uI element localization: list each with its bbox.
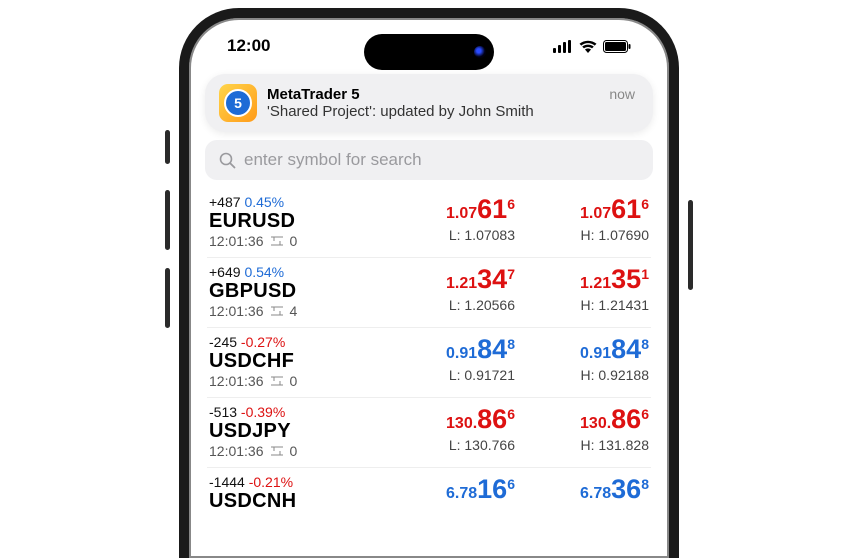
symbol-row[interactable]: +649 0.54%GBPUSD12:01:36 4 1.21347 L: 1.205… xyxy=(207,258,651,328)
symbol-row[interactable]: -245 -0.27%USDCHF12:01:36 0 0.91848 L: 0.91… xyxy=(207,328,651,398)
low-value: L: 1.07083 xyxy=(411,227,515,243)
phone-frame: 12:00 5 MetaTrader 5 'Shared Project': u… xyxy=(179,8,679,558)
change-points: -245 xyxy=(209,334,237,350)
notification-title: MetaTrader 5 xyxy=(267,86,639,103)
status-icons xyxy=(553,40,631,53)
spread-value: 0 xyxy=(290,443,298,459)
notification-message: 'Shared Project': updated by John Smith xyxy=(267,103,639,120)
symbol-row[interactable]: -1444 -0.21%USDCNH 6.78166 6.78368 xyxy=(207,468,651,521)
low-value: L: 130.766 xyxy=(411,437,515,453)
symbol-name: EURUSD xyxy=(209,210,359,233)
volume-switch xyxy=(165,130,170,164)
high-value: H: 1.21431 xyxy=(545,297,649,313)
ask-price: 130.866 xyxy=(545,404,649,435)
ask-price: 1.07616 xyxy=(545,194,649,225)
symbol-name: GBPUSD xyxy=(209,280,359,303)
bid-price: 0.91848 xyxy=(411,334,515,365)
symbol-meta: 12:01:36 0 xyxy=(209,373,359,389)
change-points: -513 xyxy=(209,404,237,420)
change-percent: 0.45% xyxy=(244,194,284,210)
notification-banner[interactable]: 5 MetaTrader 5 'Shared Project': updated… xyxy=(205,74,653,132)
high-value: H: 0.92188 xyxy=(545,367,649,383)
notification-time: now xyxy=(609,86,635,102)
low-value: L: 0.91721 xyxy=(411,367,515,383)
ask-price: 6.78368 xyxy=(545,474,649,505)
quote-time: 12:01:36 xyxy=(209,373,264,389)
bid-price: 6.78166 xyxy=(411,474,515,505)
search-placeholder: enter symbol for search xyxy=(244,150,422,170)
quote-time: 12:01:36 xyxy=(209,443,264,459)
symbol-meta: 12:01:36 4 xyxy=(209,303,359,319)
symbol-meta: 12:01:36 0 xyxy=(209,443,359,459)
bid-price: 130.866 xyxy=(411,404,515,435)
spread-icon xyxy=(270,376,284,386)
quotes-list: +487 0.45%EURUSD12:01:3601.07616L: 1.070… xyxy=(193,188,665,521)
spread-value: 0 xyxy=(290,373,298,389)
status-time: 12:00 xyxy=(227,36,270,56)
quote-time: 12:01:36 xyxy=(209,233,264,249)
bid-price: 1.07616 xyxy=(411,194,515,225)
ask-price: 0.91848 xyxy=(545,334,649,365)
high-value: H: 131.828 xyxy=(545,437,649,453)
cellular-icon xyxy=(553,40,573,53)
search-icon xyxy=(219,152,236,169)
change-percent: -0.21% xyxy=(249,474,293,490)
symbol-name: USDJPY xyxy=(209,420,359,443)
wifi-icon xyxy=(579,40,597,53)
power-button xyxy=(688,200,693,290)
app-icon-badge: 5 xyxy=(224,89,252,117)
volume-up-button xyxy=(165,190,170,250)
change-points: -1444 xyxy=(209,474,245,490)
change-percent: 0.54% xyxy=(244,264,284,280)
search-input[interactable]: enter symbol for search xyxy=(205,140,653,180)
status-bar: 12:00 xyxy=(193,22,665,70)
high-value: H: 1.07690 xyxy=(545,227,649,243)
volume-down-button xyxy=(165,268,170,328)
symbol-row[interactable]: -513 -0.39%USDJPY12:01:36 0 130.866 L: 130.… xyxy=(207,398,651,468)
spread-icon xyxy=(270,236,284,246)
change-points: +649 xyxy=(209,264,241,280)
symbol-name: USDCNH xyxy=(209,490,359,513)
bid-price: 1.21347 xyxy=(411,264,515,295)
symbol-name: USDCHF xyxy=(209,350,359,373)
spread-value: 4 xyxy=(290,303,298,319)
ask-price: 1.21351 xyxy=(545,264,649,295)
change-percent: -0.39% xyxy=(241,404,285,420)
spread-icon xyxy=(270,446,284,456)
quote-time: 12:01:36 xyxy=(209,303,264,319)
change-percent: -0.27% xyxy=(241,334,285,350)
battery-icon xyxy=(603,40,631,53)
symbol-row[interactable]: +487 0.45%EURUSD12:01:36 0 1.07616 L: 1.070… xyxy=(207,188,651,258)
symbol-meta: 12:01:36 0 xyxy=(209,233,359,249)
app-icon: 5 xyxy=(219,84,257,122)
change-points: +487 xyxy=(209,194,241,210)
spread-value: 0 xyxy=(290,233,298,249)
dynamic-island xyxy=(364,34,494,70)
low-value: L: 1.20566 xyxy=(411,297,515,313)
spread-icon xyxy=(270,306,284,316)
